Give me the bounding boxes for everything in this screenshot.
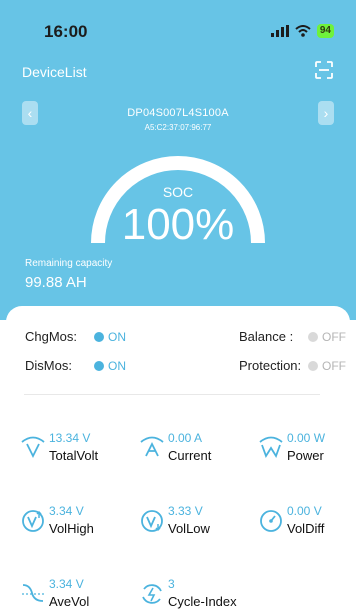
wifi-icon — [295, 25, 311, 37]
ave-vol-icon — [22, 584, 44, 602]
soc-value: 100% — [121, 200, 235, 249]
metric-name: Power — [287, 448, 324, 463]
vol-high-icon — [22, 510, 44, 532]
chgmos-toggle[interactable]: ON — [94, 330, 126, 344]
device-name: DP04S007L4S100A — [127, 107, 229, 119]
metric-value: 3.34 V — [49, 504, 84, 518]
total-volt-icon — [21, 436, 45, 459]
soc-label: SOC — [162, 184, 194, 200]
chgmos-state: ON — [108, 330, 126, 344]
metric-name: AveVol — [49, 594, 90, 609]
metric-name: Cycle-Index — [168, 594, 237, 609]
metric-name: VolLow — [168, 521, 210, 536]
device-list-link[interactable]: DeviceList — [22, 64, 87, 80]
dismos-state: ON — [108, 359, 126, 373]
battery-indicator: 94 — [316, 24, 334, 38]
metric-value: 3.34 V — [49, 577, 84, 591]
status-dot — [94, 361, 104, 371]
signal-icon — [270, 25, 289, 37]
metric-name: VolHigh — [49, 521, 94, 536]
balance-toggle[interactable]: OFF — [308, 330, 346, 344]
divider — [24, 394, 320, 395]
remaining-capacity-label: Remaining capacity — [25, 258, 113, 269]
vol-diff-icon — [260, 510, 282, 532]
status-dot — [308, 361, 318, 371]
dismos-toggle[interactable]: ON — [94, 359, 126, 373]
metric-value: 0.00 W — [287, 431, 326, 445]
scan-icon[interactable] — [314, 60, 334, 80]
metric-value: 0.00 A — [168, 431, 203, 445]
current-icon — [140, 436, 164, 457]
status-dot — [94, 332, 104, 342]
metric-name: Current — [168, 448, 212, 463]
metric-name: VolDiff — [287, 521, 325, 536]
protection-toggle[interactable]: OFF — [308, 359, 346, 373]
cycle-index-icon — [142, 584, 162, 604]
balance-label: Balance : — [239, 329, 294, 344]
chgmos-label: ChgMos: — [25, 329, 78, 344]
metric-name: TotalVolt — [49, 448, 99, 463]
vol-low-icon — [141, 510, 163, 532]
metric-value: 13.34 V — [49, 431, 91, 445]
protection-label: Protection: — [239, 358, 302, 373]
metric-value: 0.00 V — [287, 504, 322, 518]
balance-state: OFF — [322, 330, 346, 344]
protection-state: OFF — [322, 359, 346, 373]
status-time: 16:00 — [44, 22, 88, 41]
device-mac: A5:C2:37:07:96:77 — [144, 123, 212, 132]
metric-value: 3.33 V — [168, 504, 203, 518]
power-icon — [259, 436, 283, 459]
remaining-capacity-value: 99.88 AH — [25, 274, 87, 291]
dismos-label: DisMos: — [25, 358, 72, 373]
status-icons: 94 — [270, 23, 334, 39]
metric-value: 3 — [168, 577, 175, 591]
status-dot — [308, 332, 318, 342]
